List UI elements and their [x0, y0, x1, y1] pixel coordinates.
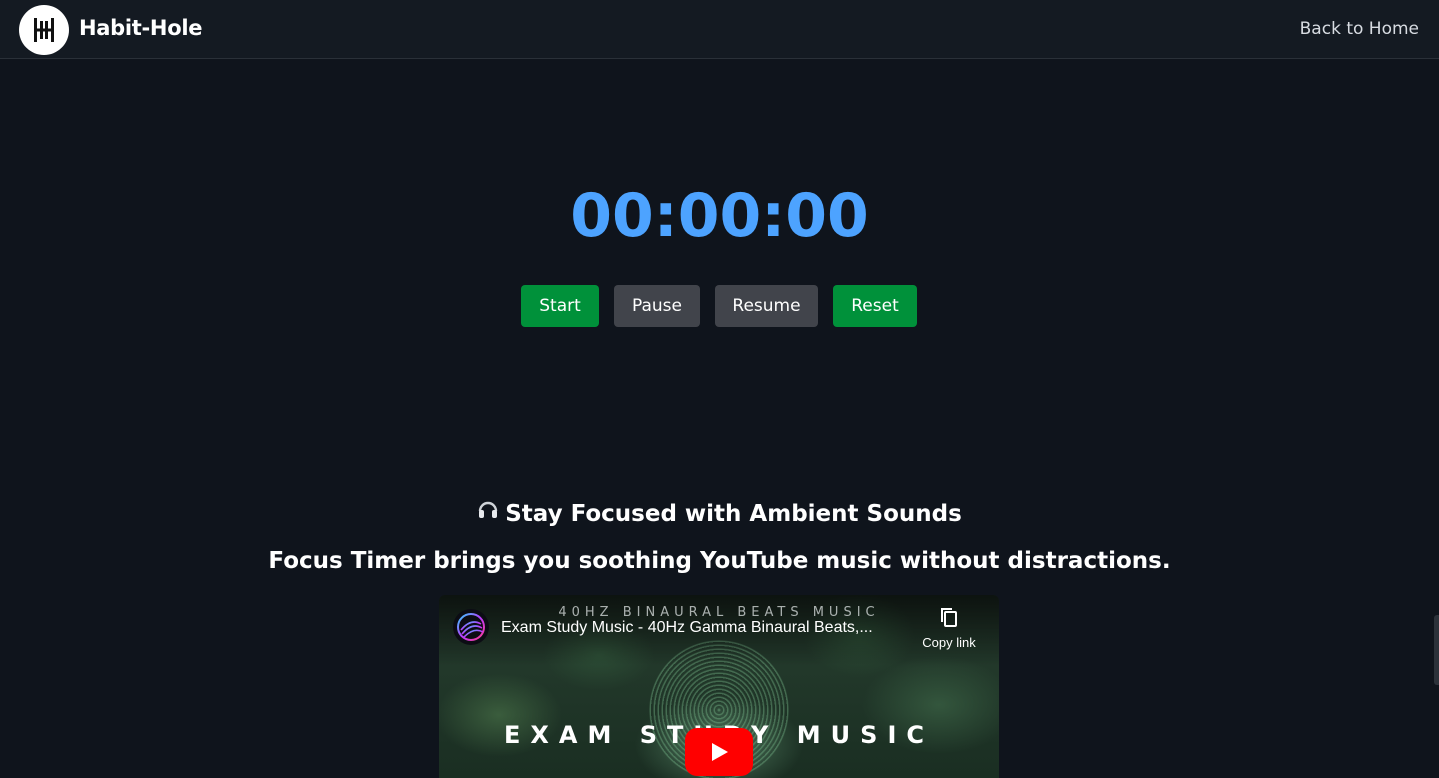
youtube-embed[interactable]: 40HZ BINAURAL BEATS MUSIC Exam Study Mus…: [439, 595, 999, 778]
start-button[interactable]: Start: [521, 285, 599, 327]
ambient-heading: Stay Focused with Ambient Sounds: [0, 498, 1439, 531]
channel-avatar-icon: [457, 613, 485, 641]
headphones-icon: [477, 497, 499, 529]
youtube-play-icon[interactable]: [685, 728, 753, 776]
pause-button[interactable]: Pause: [614, 285, 700, 327]
resume-button[interactable]: Resume: [715, 285, 818, 327]
play-triangle-icon: [712, 743, 728, 761]
timer-controls: Start Pause Resume Reset: [521, 285, 917, 327]
channel-banner: 40HZ BINAURAL BEATS MUSIC: [558, 605, 880, 620]
copy-link-label: Copy link: [922, 635, 976, 650]
channel-avatar[interactable]: [453, 609, 489, 645]
copy-icon: [941, 608, 957, 627]
reset-button[interactable]: Reset: [833, 285, 917, 327]
ambient-tagline: Focus Timer brings you soothing YouTube …: [268, 548, 1171, 574]
navbar: Habit-Hole Back to Home: [0, 0, 1439, 59]
brand-name[interactable]: Habit-Hole: [79, 16, 202, 40]
video-title[interactable]: Exam Study Music - 40Hz Gamma Binaural B…: [501, 619, 921, 637]
timer-display: 00:00:00: [570, 181, 869, 251]
habit-hole-logo-icon: [34, 18, 54, 42]
logo-icon[interactable]: [19, 5, 69, 55]
back-to-home-link[interactable]: Back to Home: [1300, 19, 1419, 39]
copy-link-button[interactable]: Copy link: [917, 607, 981, 650]
scrollbar-handle[interactable]: [1434, 615, 1439, 685]
ambient-heading-text: Stay Focused with Ambient Sounds: [505, 501, 962, 527]
